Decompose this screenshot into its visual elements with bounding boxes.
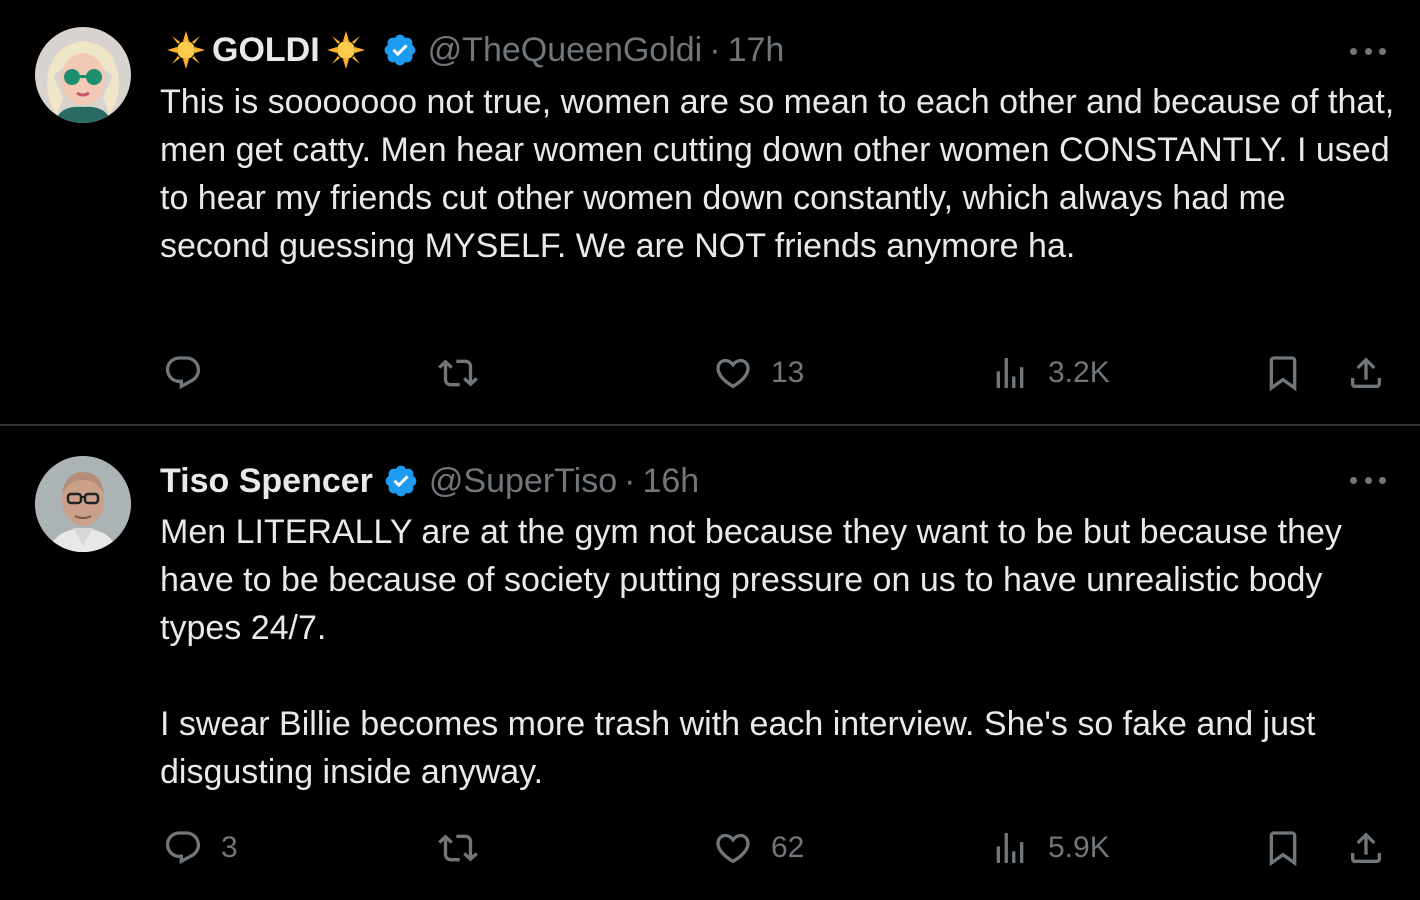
bookmark-icon — [1269, 831, 1297, 867]
tweet-paragraph: This is sooooooo not true, women are so … — [160, 83, 1395, 265]
bookmark-button[interactable] — [1263, 828, 1303, 868]
reply-icon — [165, 831, 201, 865]
retweet-button[interactable] — [438, 828, 496, 868]
like-icon — [716, 358, 750, 389]
share-icon — [1351, 357, 1381, 388]
share-button[interactable] — [1346, 353, 1386, 393]
reply-icon — [165, 356, 201, 390]
retweet-icon — [438, 834, 478, 862]
tweet-header: GOLDI @TheQueenGoldi · 17h — [160, 25, 784, 75]
separator: · — [624, 461, 636, 500]
tweet[interactable]: Tiso Spencer @SuperTiso · 16h Men LITERA… — [0, 426, 1420, 900]
retweet-button[interactable] — [438, 353, 496, 393]
sun-emoji-icon — [166, 30, 206, 70]
views-count: 5.9K — [1048, 831, 1110, 864]
timestamp[interactable]: 17h — [728, 31, 785, 70]
views-button[interactable]: 5.9K — [990, 828, 1110, 868]
like-count: 13 — [771, 356, 805, 389]
reply-count: 3 — [221, 831, 238, 864]
bookmark-button[interactable] — [1263, 353, 1303, 393]
reply-button[interactable] — [163, 353, 221, 393]
verified-icon[interactable] — [383, 463, 419, 499]
display-name[interactable]: Tiso Spencer — [160, 462, 373, 501]
like-count: 62 — [771, 831, 805, 864]
like-icon — [716, 833, 750, 864]
display-name[interactable]: GOLDI — [212, 31, 320, 70]
tweet-paragraph: I swear Billie becomes more trash with e… — [160, 705, 1316, 791]
views-icon — [996, 833, 1024, 863]
tweet-text: Men LITERALLY are at the gym not because… — [160, 508, 1400, 796]
views-icon — [996, 358, 1024, 388]
tweet-header: Tiso Spencer @SuperTiso · 16h — [160, 456, 699, 506]
handle[interactable]: @SuperTiso — [429, 462, 617, 501]
action-bar: 13 3.2K — [0, 353, 1420, 393]
like-button[interactable]: 13 — [713, 353, 804, 393]
tweet-paragraph: Men LITERALLY are at the gym not because… — [160, 513, 1342, 647]
sun-emoji-icon — [326, 30, 366, 70]
action-bar: 3 62 5.9K — [0, 828, 1420, 868]
share-button[interactable] — [1346, 828, 1386, 868]
handle[interactable]: @TheQueenGoldi — [428, 31, 703, 70]
retweet-icon — [438, 359, 478, 387]
timestamp[interactable]: 16h — [642, 462, 699, 501]
share-icon — [1351, 832, 1381, 863]
verified-icon[interactable] — [382, 32, 418, 68]
separator: · — [709, 30, 721, 69]
avatar[interactable] — [35, 456, 131, 552]
views-count: 3.2K — [1048, 356, 1110, 389]
bookmark-icon — [1269, 356, 1297, 392]
avatar[interactable] — [35, 27, 131, 123]
tweet-text: This is sooooooo not true, women are so … — [160, 78, 1400, 270]
like-button[interactable]: 62 — [713, 828, 804, 868]
reply-button[interactable]: 3 — [163, 828, 238, 868]
more-icon[interactable] — [1350, 44, 1386, 58]
more-icon[interactable] — [1350, 473, 1386, 487]
tweet[interactable]: GOLDI @TheQueenGoldi · 17h This is soooo… — [0, 0, 1420, 424]
views-button[interactable]: 3.2K — [990, 353, 1110, 393]
